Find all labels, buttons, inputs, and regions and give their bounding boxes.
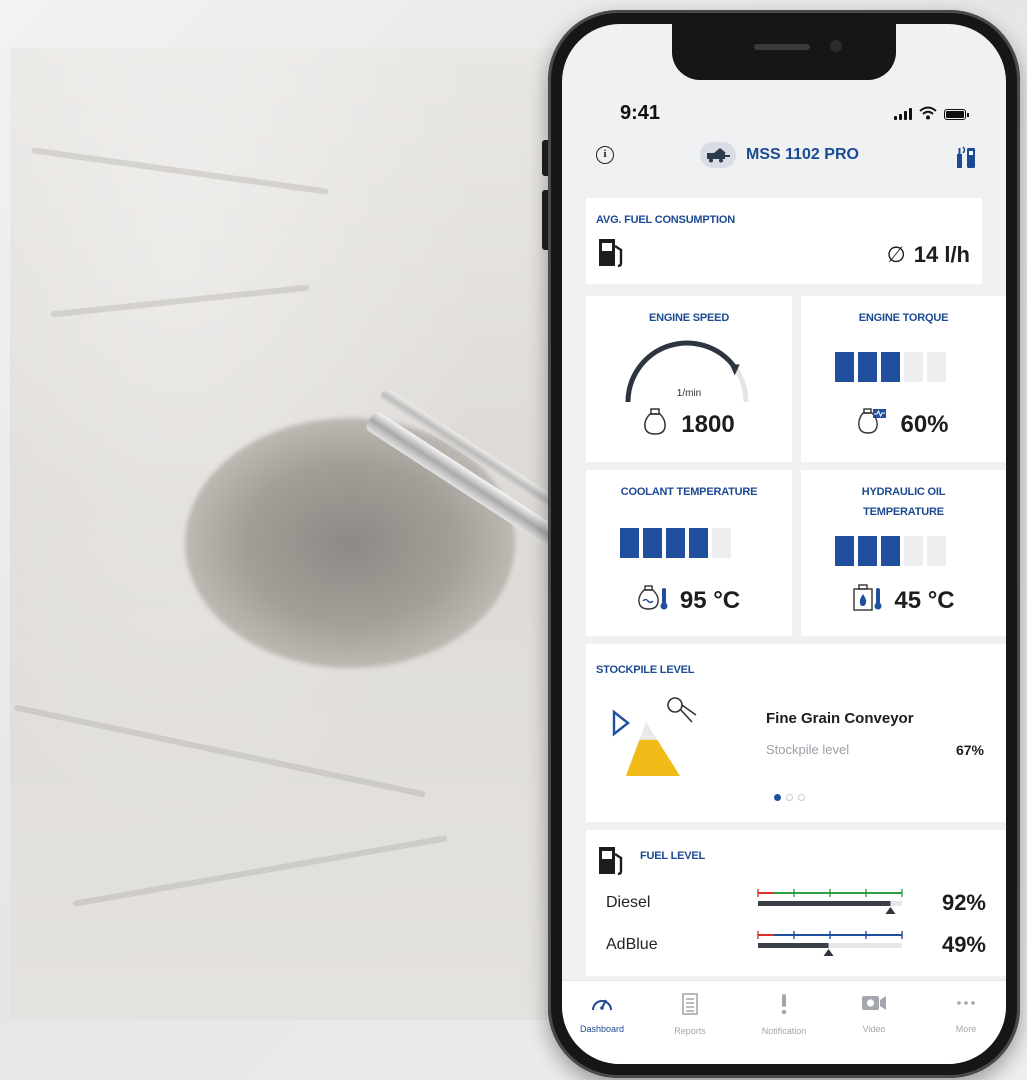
coolant-bar-segment xyxy=(666,528,685,558)
fuel-pump-icon xyxy=(596,236,626,273)
level-fill xyxy=(758,943,829,948)
machine-name: MSS 1102 PRO xyxy=(746,146,859,163)
tab-notification[interactable]: Notification xyxy=(744,993,824,1036)
status-time: 9:41 xyxy=(620,102,661,124)
hydraulic-bar-segment xyxy=(927,536,946,566)
tab-label: Video xyxy=(862,1024,886,1034)
pager-dot[interactable] xyxy=(798,794,805,801)
hydraulic-oil-temperature-bars xyxy=(835,536,946,566)
level-marker xyxy=(885,907,896,914)
fuel-consumption-card[interactable]: AVG. FUEL CONSUMPTION ∅ 14 l/h xyxy=(586,198,982,284)
coolant-bar-segment xyxy=(689,528,708,558)
speedometer-icon xyxy=(592,999,612,1011)
phone-frame: 9:41 i MSS 1102 PRO AVG. FUEL CONSUMPTIO… xyxy=(542,10,1020,1078)
tab-label: Reports xyxy=(674,1026,706,1036)
stockpile-level-card[interactable]: STOCKPILE LEVEL Fine Grain Conveyor Stoc… xyxy=(586,644,1006,822)
coolant-temperature-card[interactable]: COOLANT TEMPERATURE 95 °C xyxy=(586,470,792,636)
torque-bar-segment xyxy=(927,352,946,382)
engine-torque-bars xyxy=(835,352,946,382)
coolant-temperature-icon xyxy=(638,584,670,617)
coolant-bar-segment xyxy=(712,528,731,558)
fuel-consumption-title: AVG. FUEL CONSUMPTION xyxy=(596,214,736,226)
video-camera-icon xyxy=(862,996,886,1010)
engine-speed-card[interactable]: ENGINE SPEED 1/min 1800 xyxy=(586,296,792,462)
signal-icon xyxy=(894,108,912,120)
hydraulic-oil-temperature-card[interactable]: HYDRAULIC OIL TEMPERATURE 45 °C xyxy=(801,470,1006,636)
hydraulic-bar-segment xyxy=(881,536,900,566)
app-header: i MSS 1102 PRO xyxy=(562,136,1006,182)
hydraulic-bar-segment xyxy=(904,536,923,566)
background-photo xyxy=(10,48,570,1020)
info-icon[interactable]: i xyxy=(596,146,614,164)
crusher-machine-icon xyxy=(700,142,736,168)
more-dots-icon xyxy=(957,1001,975,1005)
hydraulic-oil-title-line2: TEMPERATURE xyxy=(863,506,944,518)
hydraulic-bar-segment xyxy=(835,536,854,566)
engine-speed-unit: 1/min xyxy=(676,388,702,399)
bottom-tab-bar: Dashboard Reports Notification Video Mor… xyxy=(562,980,1006,1064)
adblue-level-gauge xyxy=(757,931,903,956)
tab-label: Dashboard xyxy=(579,1024,625,1034)
tab-more[interactable]: More xyxy=(926,993,1006,1034)
pager-dot[interactable] xyxy=(786,794,793,801)
fuel-consumption-value: 14 l/h xyxy=(913,242,970,267)
average-symbol: ∅ xyxy=(886,242,906,267)
stockpile-illustration xyxy=(612,697,697,776)
stockpile-level-title: STOCKPILE LEVEL xyxy=(596,664,695,676)
level-fill xyxy=(758,901,891,906)
hydraulic-oil-icon xyxy=(852,584,884,617)
engine-torque-title: ENGINE TORQUE xyxy=(858,312,949,324)
pager-dot[interactable] xyxy=(774,794,781,801)
coolant-temperature-title: COOLANT TEMPERATURE xyxy=(620,486,758,498)
phone-screen: 9:41 i MSS 1102 PRO AVG. FUEL CONSUMPTIO… xyxy=(562,24,1006,1064)
fuel-level-title: FUEL LEVEL xyxy=(640,850,706,862)
engine-torque-card[interactable]: ENGINE TORQUE 60% xyxy=(801,296,1006,462)
engine-torque-value: 60% xyxy=(900,410,949,438)
diesel-level-gauge xyxy=(757,889,903,914)
engine-speed-value: 1800 xyxy=(681,410,735,438)
adblue-label: AdBlue xyxy=(606,936,658,953)
coolant-temperature-value: 95 °C xyxy=(679,586,741,614)
engine-speed-title: ENGINE SPEED xyxy=(648,312,730,324)
level-marker xyxy=(823,949,834,956)
torque-bar-segment xyxy=(881,352,900,382)
hydraulic-oil-title-line1: HYDRAULIC OIL xyxy=(861,486,946,498)
hydraulic-oil-temperature-value: 45 °C xyxy=(894,586,955,614)
stockpile-pager[interactable] xyxy=(774,794,805,801)
torque-bar-segment xyxy=(835,352,854,382)
stockpile-level-label: Stockpile level xyxy=(766,742,850,757)
torque-bar-segment xyxy=(858,352,877,382)
report-icon xyxy=(682,993,698,1015)
torque-bar-segment xyxy=(904,352,923,382)
stockpile-level-value: 67% xyxy=(955,742,984,758)
battery-icon xyxy=(944,109,969,120)
engine-icon xyxy=(643,408,667,441)
fuel-level-card[interactable]: FUEL LEVEL Diesel 92% AdBlue 49% xyxy=(586,830,1006,976)
wifi-icon xyxy=(919,106,937,120)
engine-torque-icon xyxy=(858,408,888,441)
conveyor-name: Fine Grain Conveyor xyxy=(766,710,914,727)
fuel-level-pump-icon xyxy=(596,844,626,881)
tab-label: Notification xyxy=(761,1026,807,1036)
tab-label: More xyxy=(955,1024,977,1034)
tab-dashboard[interactable]: Dashboard xyxy=(562,993,642,1034)
tab-video[interactable]: Video xyxy=(834,993,914,1034)
machine-selector[interactable]: MSS 1102 PRO xyxy=(700,142,859,168)
diesel-value: 92% xyxy=(941,890,986,915)
coolant-temperature-bars xyxy=(620,528,731,558)
diesel-label: Diesel xyxy=(606,894,651,911)
phone-notch xyxy=(672,24,896,80)
adblue-value: 49% xyxy=(941,932,986,957)
exclamation-icon xyxy=(781,994,787,1015)
hydraulic-bar-segment xyxy=(858,536,877,566)
remote-control-icon[interactable] xyxy=(952,142,978,175)
tab-reports[interactable]: Reports xyxy=(650,993,730,1036)
status-icons xyxy=(894,106,969,120)
coolant-bar-segment xyxy=(620,528,639,558)
coolant-bar-segment xyxy=(643,528,662,558)
